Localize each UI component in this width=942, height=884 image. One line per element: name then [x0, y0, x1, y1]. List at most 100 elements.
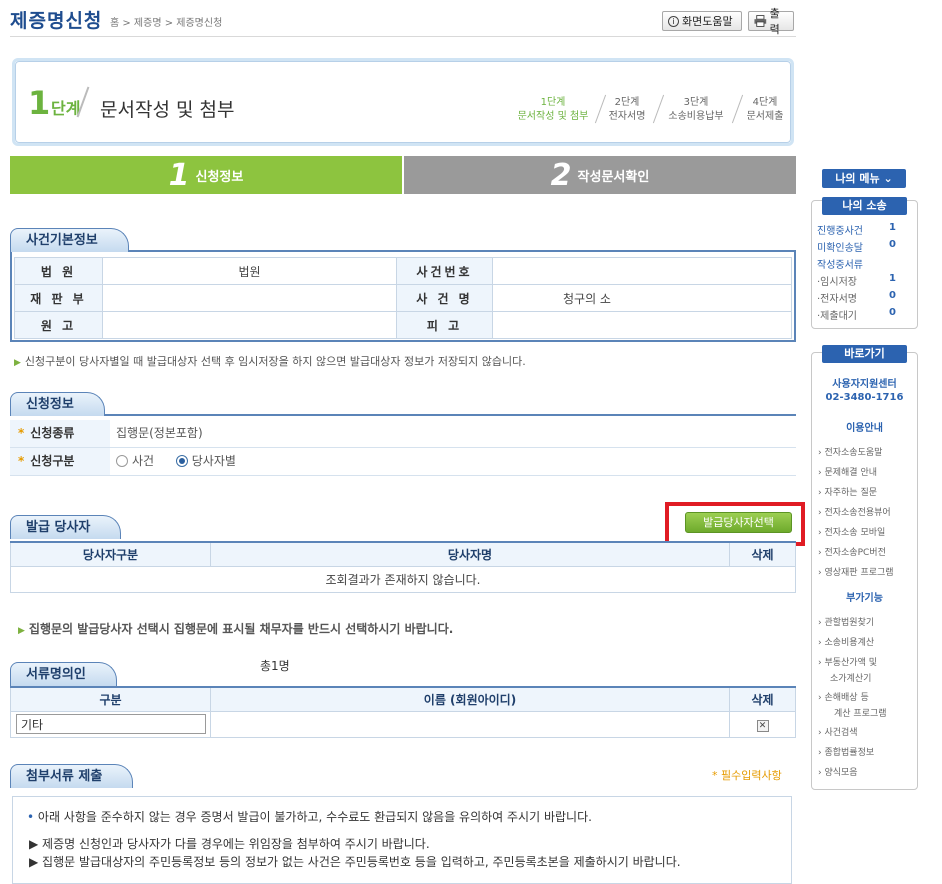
debtor-warning-text: 집행문의 발급당사자 선택시 집행문에 표시될 채무자를 반드시 선택하시기 바… [28, 622, 454, 636]
step-2-title: 2단계 [614, 97, 640, 108]
case-name-value: 청구의 소 [492, 284, 792, 312]
support-center: 사용자지원센터 [832, 379, 897, 390]
issue-party-header: 발급 당사자 [10, 515, 660, 539]
step-3-title: 3단계 [683, 97, 709, 108]
signer-delete-cell: ✕ [729, 710, 796, 738]
print-button-label: 출력 [769, 7, 780, 36]
plaintiff-label: 원 고 [14, 311, 103, 339]
apply-division-label: * 신청구분 [10, 448, 110, 475]
tab-apply-info[interactable]: 1 신청정보 [10, 156, 402, 194]
issue-party-table: 당사자구분 당사자명 삭제 조회결과가 존재하지 않습니다. [10, 541, 796, 593]
quick-link[interactable]: › 손해배상 등 [818, 690, 869, 703]
issue-party-title: 발급 당사자 [10, 515, 122, 539]
signer-table: 구분 이름 (회원아이디) 삭제 ✕ [10, 686, 796, 738]
col-delete: 삭제 [729, 541, 796, 567]
attach-notice-1-text: 아래 사항을 준수하지 않는 경우 증명서 발급이 불가하고, 수수료도 환급되… [37, 810, 592, 824]
quick-link[interactable]: › 소송비용계산 [818, 635, 874, 648]
quick-link[interactable]: › 부동산가액 및 [818, 655, 877, 668]
attach-title: 첨부서류 제출 [10, 764, 134, 788]
quick-link[interactable]: › 자주하는 질문 [818, 485, 877, 498]
step-2-desc: 전자서명 [608, 111, 646, 122]
quick-link[interactable]: › 관할법원찾기 [818, 615, 874, 628]
quick-link-label: 손해배상 등 [824, 693, 869, 703]
breadcrumb: 홈 > 제증명 > 제증명신청 [110, 18, 223, 29]
case-name-label: 사 건 명 [396, 284, 493, 312]
my-case-item[interactable]: 진행중사건 [817, 222, 863, 237]
quick-link[interactable]: › 사건검색 [818, 725, 858, 738]
step-3: 3단계 소송비용납부 [662, 96, 730, 124]
required-star-icon: * [18, 454, 25, 468]
attach-notice-1: • 아래 사항을 준수하지 않는 경우 증명서 발급이 불가하고, 수수료도 환… [27, 808, 592, 825]
quick-link-label: 양식모음 [824, 768, 858, 778]
quick-link-label: 전자소송도움말 [824, 448, 883, 458]
signer-division-input[interactable] [16, 714, 206, 734]
step-1: 1단계 문서작성 및 첨부 [515, 96, 591, 124]
my-menu-button[interactable]: 나의 메뉴 ⌄ [822, 169, 906, 188]
current-step-number: 1 [28, 84, 51, 122]
help-button[interactable]: i 화면도움말 [662, 11, 742, 31]
quick-link[interactable]: › 영상재판 프로그램 [818, 565, 894, 578]
shortcut-title: 바로가기 [822, 345, 907, 363]
my-case-item[interactable]: ·전자서명 [817, 290, 857, 305]
quick-link-cont[interactable]: 계산 프로그램 [834, 706, 887, 719]
quick-link-label: 전자소송전용뷰어 [824, 508, 891, 518]
quick-link-cont[interactable]: 소가계산기 [830, 671, 871, 684]
radio-case-label[interactable]: 사건 [132, 454, 154, 468]
quick-link[interactable]: › 전자소송PC버전 [818, 545, 886, 558]
quick-link[interactable]: › 전자소송전용뷰어 [818, 505, 891, 518]
step-2: 2단계 전자서명 [604, 96, 650, 124]
extra-title: 부가기능 [846, 593, 883, 604]
my-case-count[interactable]: 0 [889, 239, 896, 250]
radio-party-label[interactable]: 당사자별 [192, 454, 236, 468]
apply-division-row: * 신청구분 사건 당사자별 [10, 448, 796, 476]
guide-title: 이용안내 [846, 423, 883, 434]
radio-party[interactable] [175, 455, 188, 467]
quick-link[interactable]: › 전자소송 모바일 [818, 525, 885, 538]
highlight-box [665, 502, 805, 546]
radio-case[interactable] [116, 455, 128, 467]
quick-link[interactable]: › 종합법률정보 [818, 745, 874, 758]
col-party-name: 당사자명 [210, 541, 730, 567]
help-button-label: 화면도움말 [682, 15, 733, 28]
tab-document-review-number: 2 [550, 157, 572, 193]
case-number-label: 사건번호 [396, 257, 493, 285]
my-case-count[interactable]: 0 [889, 307, 896, 318]
tab-apply-info-label: 신청정보 [195, 169, 244, 185]
my-menu-label: 나의 메뉴 [835, 172, 880, 185]
case-info-title: 사건기본정보 [10, 228, 129, 252]
my-case-count[interactable]: 1 [889, 222, 896, 233]
quick-link-label: 관할법원찾기 [824, 618, 875, 628]
my-case-item[interactable]: ·임시저장 [817, 273, 857, 288]
arrow-icon: ▶ [14, 358, 21, 368]
judge-value [102, 284, 397, 312]
arrow-icon: ▶ [18, 626, 25, 636]
my-case-item[interactable]: 작성중서류 [817, 256, 863, 271]
print-button[interactable]: 출력 [748, 7, 794, 36]
case-info-table: 법 원 법원 사건번호 재 판 부 사 건 명 청구의 소 원 고 피 고 [14, 257, 792, 339]
tab-document-review-label: 작성문서확인 [577, 169, 650, 185]
my-case-count[interactable]: 1 [889, 273, 896, 284]
my-case-item[interactable]: 미확인송달 [817, 239, 863, 254]
quick-link[interactable]: › 전자소송도움말 [818, 445, 882, 458]
delete-icon[interactable]: ✕ [756, 719, 769, 732]
signer-header: 서류명의인 [10, 662, 270, 686]
court-label: 법 원 [14, 257, 103, 285]
judge-label: 재 판 부 [14, 284, 103, 312]
tab-document-review[interactable]: 2 작성문서확인 [404, 156, 796, 194]
required-star-icon: * [18, 426, 25, 440]
quick-link[interactable]: › 양식모음 [818, 765, 858, 778]
quick-link[interactable]: › 문제해결 안내 [818, 465, 877, 478]
step-4: 4단계 문서제출 [742, 96, 788, 124]
apply-info-title: 신청정보 [10, 392, 105, 416]
my-case-count[interactable]: 0 [889, 290, 896, 301]
attach-notice-box: • 아래 사항을 준수하지 않는 경우 증명서 발급이 불가하고, 수수료도 환… [12, 796, 792, 884]
col-division: 구분 [10, 686, 211, 712]
notice-temp-save-text: 신청구분이 당사자별일 때 발급대상자 선택 후 임시저장을 하지 않으면 발급… [24, 355, 526, 368]
support-phone: 02-3480-1716 [825, 392, 904, 403]
quick-link-label: 영상재판 프로그램 [824, 568, 894, 578]
quick-link-label: 자주하는 질문 [824, 488, 878, 498]
required-note: * 필수입력사항 [712, 769, 782, 782]
my-case-item[interactable]: ·제출대기 [817, 307, 857, 322]
quick-link-label: 전자소송PC버전 [824, 548, 886, 558]
quick-link-label: 문제해결 안내 [824, 468, 878, 478]
